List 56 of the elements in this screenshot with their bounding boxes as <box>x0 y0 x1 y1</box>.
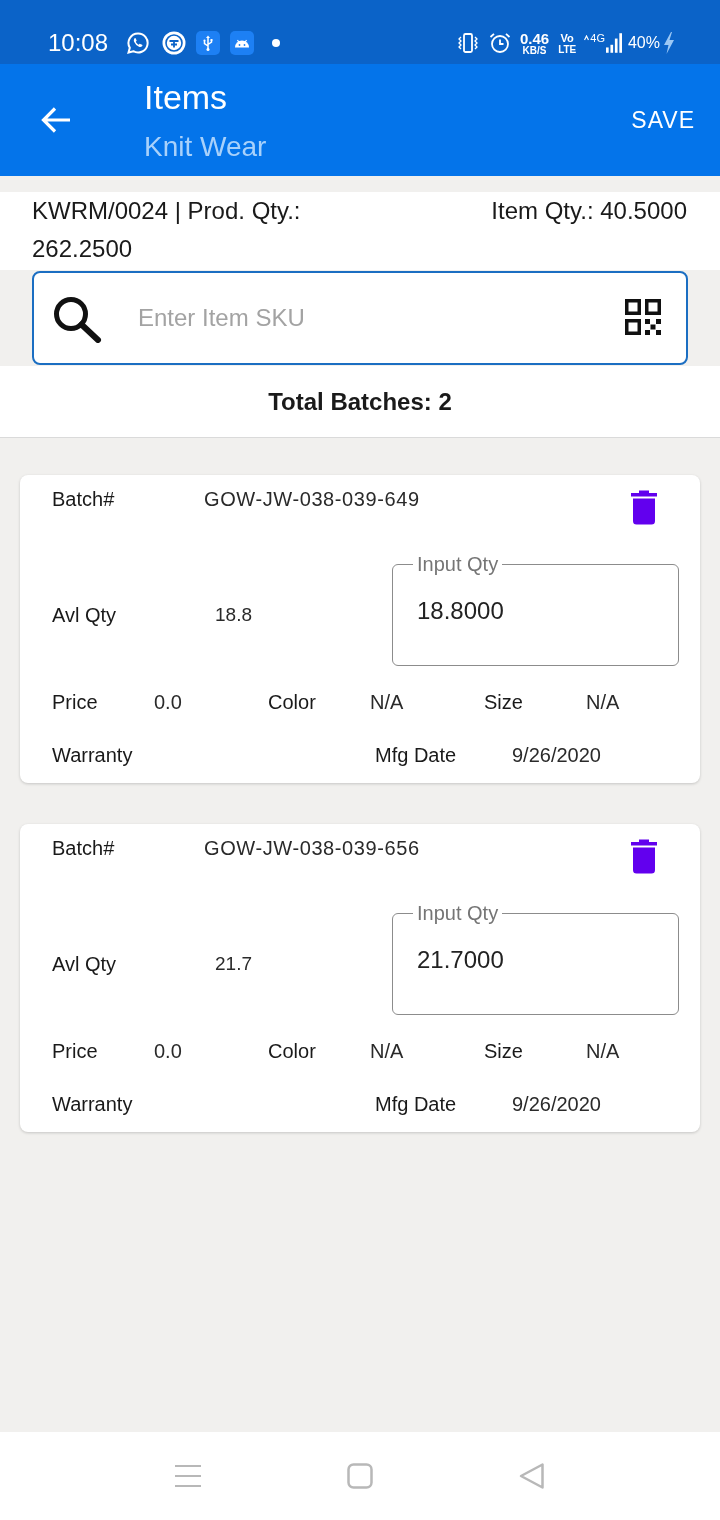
qr-code-icon[interactable] <box>625 299 661 335</box>
avl-qty-value: 21.7 <box>215 951 252 976</box>
trash-icon[interactable] <box>630 838 658 874</box>
batch-label: Batch# <box>52 836 116 861</box>
avl-qty-label: Avl Qty <box>52 951 118 977</box>
size-label: Size <box>484 1039 524 1064</box>
network-speed-text: 0.46 <box>519 30 550 46</box>
save-button[interactable]: SAVE <box>631 104 695 136</box>
price-value: 0.0 <box>154 1039 183 1064</box>
size-value: N/A <box>586 690 620 715</box>
network-type-text: 4G <box>590 32 605 44</box>
avl-qty-label: Avl Qty <box>52 602 118 628</box>
clock-text: 10:08 <box>48 31 109 55</box>
vibrate-icon <box>456 32 479 54</box>
round-emblem-icon <box>162 31 187 55</box>
volte-text: Vo <box>560 31 574 44</box>
avl-qty-value: 18.8 <box>215 602 252 627</box>
chat-bubble-icon <box>126 31 151 55</box>
input-qty-label: Input Qty <box>416 553 500 575</box>
mfg-date-value: 9/26/2020 <box>512 1092 601 1117</box>
page-subtitle: Knit Wear <box>144 130 267 164</box>
volte-text: LTE <box>558 43 577 55</box>
color-label: Color <box>268 690 317 715</box>
total-batches-text: Total Batches: 2 <box>268 386 452 417</box>
color-label: Color <box>268 1039 317 1064</box>
item-qty-text: Item Qty.: 40.5000 <box>491 196 687 226</box>
search-field[interactable]: Enter Item SKU <box>32 271 688 365</box>
input-qty-label: Input Qty <box>416 902 500 924</box>
size-label: Size <box>484 690 524 715</box>
color-value: N/A <box>370 690 405 715</box>
battery-text: 40% <box>627 35 660 51</box>
batch-label: Batch# <box>52 487 116 512</box>
mfg-date-value: 9/26/2020 <box>512 743 601 768</box>
bolt-icon <box>663 32 675 54</box>
mfg-date-label: Mfg Date <box>375 1092 458 1117</box>
page-title: Items <box>144 77 229 118</box>
android-icon <box>230 31 255 55</box>
signal-icon <box>605 33 622 53</box>
mfg-date-label: Mfg Date <box>375 743 458 768</box>
color-value: N/A <box>370 1039 405 1064</box>
network-speed-unit-text: KB/S <box>522 45 547 56</box>
price-value: 0.0 <box>154 690 183 715</box>
warranty-label: Warranty <box>52 743 134 768</box>
search-icon <box>52 295 102 343</box>
production-info-text: KWRM/0024 | Prod. Qty.: 262.2500 <box>32 196 302 264</box>
usb-icon <box>196 31 221 55</box>
dot-icon <box>272 39 281 47</box>
size-value: N/A <box>586 1039 620 1064</box>
alarm-icon <box>488 32 511 54</box>
warranty-label: Warranty <box>52 1092 134 1117</box>
data-arrows-icon <box>584 34 590 41</box>
batch-number-text: GOW-JW-038-039-649 <box>204 487 420 512</box>
trash-icon[interactable] <box>630 489 658 525</box>
price-label: Price <box>52 690 99 715</box>
batch-number-text: GOW-JW-038-039-656 <box>204 836 420 861</box>
price-label: Price <box>52 1039 99 1064</box>
